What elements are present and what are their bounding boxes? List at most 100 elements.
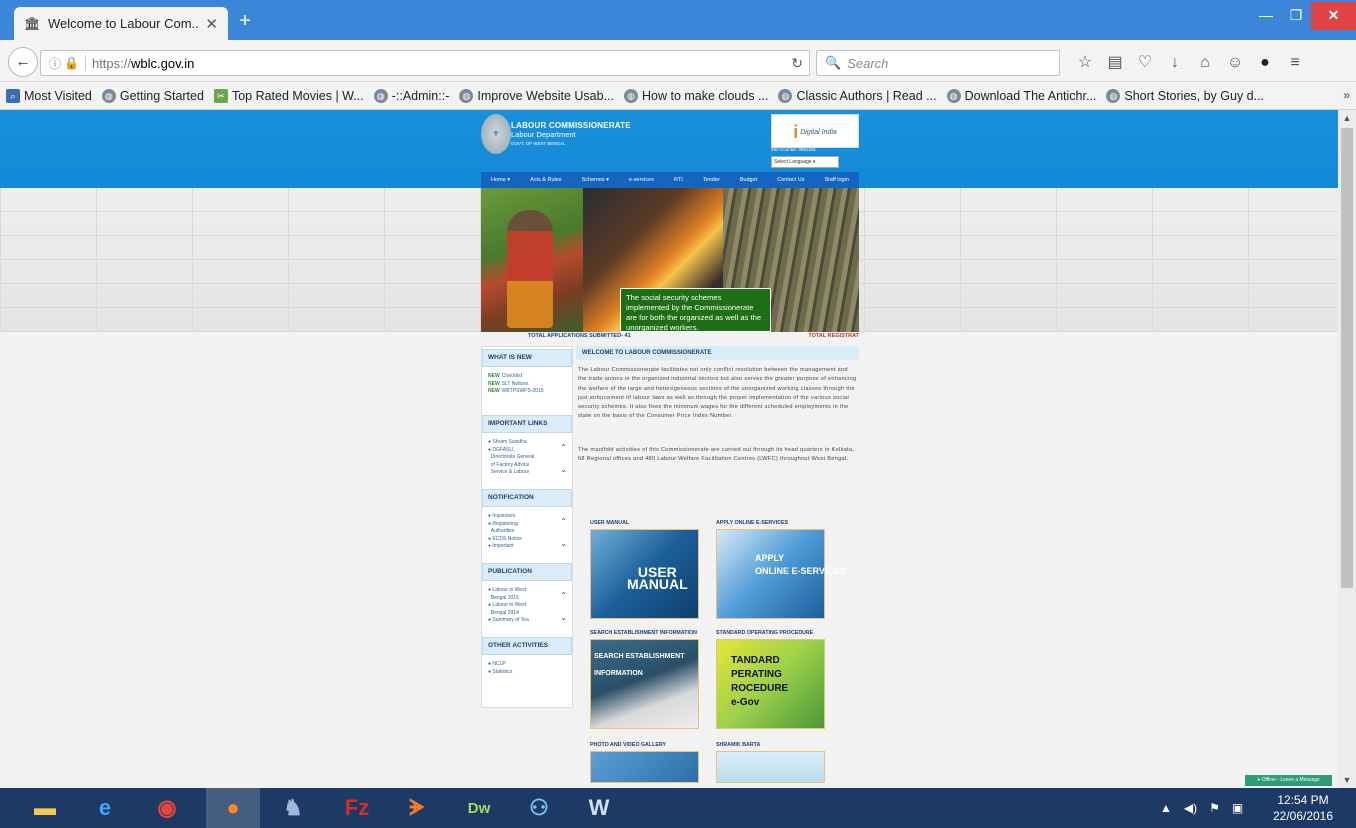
pocket-icon[interactable]: ♡ [1130,49,1160,77]
network-app-icon[interactable]: ⚇ [512,788,566,828]
list-item[interactable]: ● ECDS Notice [488,536,566,544]
chevron-up-icon[interactable]: ⌃ [560,591,567,600]
bookmark-most-visited[interactable]: ⌕ Most Visited [6,88,92,103]
list-item[interactable]: NEW Checklist [488,373,566,381]
tile-shramik-barta[interactable]: SHRAMIK BARTA [716,742,828,783]
tile-search-establishment[interactable]: SEARCH ESTABLISHMENT INFORMATION [590,630,702,729]
bookmark-top-rated-movies[interactable]: ✂ Top Rated Movies | W... [213,88,364,103]
menu-tender[interactable]: Tender [703,177,720,183]
download-icon[interactable]: ↓ [1160,49,1190,77]
bookmark-download-antichrist[interactable]: ◍ Download The Antichr... [946,88,1096,103]
tile-apply-online[interactable]: APPLY ONLINE E-SERVICES [716,520,846,619]
maximize-button[interactable]: ❐ [1281,2,1311,30]
filezilla-icon[interactable]: Fz [330,788,384,828]
live-chat-button[interactable]: ● Offline - Leave a Message [1245,775,1332,786]
scroll-arrows[interactable]: ⌃ ⌄ [560,585,567,629]
volume-icon[interactable]: ◀) [1184,801,1197,815]
apply-online-image[interactable] [716,529,846,619]
user-manual-image[interactable] [590,529,699,619]
scroll-arrows[interactable]: ⌃ ⌄ [560,511,567,555]
bookmark-star-icon[interactable]: ☆ [1070,49,1100,77]
site-brand[interactable]: LABOUR COMMISSIONERATE Labour Department… [511,121,631,147]
chevron-down-icon[interactable]: ⌄ [560,539,567,548]
digital-india-logo[interactable]: i Digital India [771,114,859,148]
list-item[interactable]: ● Labour in West [488,602,566,610]
postgres-icon[interactable]: ♞ [266,788,320,828]
word-icon[interactable]: W [572,788,626,828]
xampp-icon[interactable]: ᗘ [390,788,444,828]
list-item[interactable]: Directorate General [488,454,566,462]
menu-budget[interactable]: Budget [740,177,757,183]
more-bookmarks-button[interactable]: » [1343,88,1350,102]
menu-rti[interactable]: RTI [674,177,683,183]
list-item[interactable]: NEW WBTPSWPS-2015 [488,388,566,396]
back-button[interactable]: ← [8,47,38,77]
menu-staff-login[interactable]: Staff login [825,177,849,183]
show-hidden-icons-icon[interactable]: ▲ [1160,801,1172,815]
browser-tab[interactable]: 🏛 Welcome to Labour Com... ✕ [14,7,228,40]
close-window-button[interactable]: ✕ [1311,2,1356,30]
extension-icon[interactable]: ● [1250,49,1280,77]
search-establishment-image[interactable] [590,639,699,729]
list-item[interactable]: ● NCLP [488,661,566,669]
list-item[interactable]: Bengal 2014 [488,610,566,618]
list-item[interactable]: ● DGFASLI, [488,447,566,455]
scrollbar-thumb[interactable] [1341,128,1353,588]
menu-contact-us[interactable]: Contact Us [777,177,804,183]
sop-image[interactable] [716,639,825,729]
minimize-button[interactable]: — [1251,2,1281,30]
list-item[interactable]: ● Inspectors [488,513,566,521]
home-icon[interactable]: ⌂ [1190,49,1220,77]
chevron-down-icon[interactable]: ⌄ [560,613,567,622]
chrome-icon[interactable]: ◉ [140,788,194,828]
new-tab-button[interactable]: + [232,10,258,33]
chevron-up-icon[interactable]: ⌃ [560,517,567,526]
menu-acts-rules[interactable]: Acts & Rules [530,177,561,183]
chat-icon[interactable]: ☺ [1220,49,1250,77]
list-item[interactable]: ● Registering [488,521,566,529]
photo-gallery-image[interactable] [590,751,699,783]
dreamweaver-icon[interactable]: Dw [452,788,506,828]
bookmark-improve-website[interactable]: ◍ Improve Website Usab... [459,88,614,103]
chevron-down-icon[interactable]: ⌄ [560,465,567,474]
url-bar[interactable]: ⓘ 🔒 https://wblc.gov.in ↻ [40,50,810,76]
list-item[interactable]: of Factory Advice [488,462,566,470]
tile-photo-video-gallery[interactable]: PHOTO AND VIDEO GALLERY [590,742,702,783]
bookmark-getting-started[interactable]: ◍ Getting Started [101,88,204,103]
flag-icon[interactable]: ⚑ [1209,801,1220,815]
menu-icon[interactable]: ≡ [1280,49,1310,77]
list-item[interactable]: ● Labour in West [488,587,566,595]
menu-home[interactable]: Home ▾ [491,177,510,183]
shramik-barta-image[interactable] [716,751,825,783]
search-input[interactable]: 🔍 Search [816,50,1060,76]
list-item[interactable]: ● Shram Suvidha [488,439,566,447]
language-select[interactable]: Select Language ▾ [771,156,839,168]
firefox-icon[interactable]: ● [206,788,260,828]
list-item[interactable]: NEW SLT Notices [488,381,566,389]
info-icon[interactable]: ⓘ [49,55,61,72]
internet-explorer-icon[interactable]: e [78,788,132,828]
reload-icon[interactable]: ↻ [791,55,803,72]
chevron-up-icon[interactable]: ⌃ [560,443,567,452]
menu-schemes[interactable]: Schemes ▾ [582,177,609,183]
file-explorer-icon[interactable]: ▬ [18,788,72,828]
bookmark-admin[interactable]: ◍ -::Admin::- [373,88,449,103]
bookmark-make-clouds[interactable]: ◍ How to make clouds ... [624,88,768,103]
list-item[interactable]: ● Summary of Tea [488,617,566,625]
scroll-down-icon[interactable]: ▼ [1338,772,1356,788]
list-item[interactable]: Bengal 2015 [488,595,566,603]
tile-user-manual[interactable]: USER MANUAL [590,520,702,619]
list-item[interactable]: ● Important [488,543,566,551]
tile-standard-operating-procedure[interactable]: STANDARD OPERATING PROCEDURE [716,630,828,729]
menu-e-services[interactable]: e-services [629,177,654,183]
list-item[interactable]: Authorities [488,528,566,536]
scroll-up-icon[interactable]: ▲ [1338,110,1356,126]
list-item[interactable]: ● Statistics [488,669,566,677]
close-tab-icon[interactable]: ✕ [205,15,218,33]
network-icon[interactable]: ▣ [1232,801,1243,815]
page-scrollbar[interactable]: ▲ ▼ [1338,110,1356,788]
reading-list-icon[interactable]: ▤ [1100,49,1130,77]
list-item[interactable]: Service & Labour [488,469,566,477]
system-clock[interactable]: 12:54 PM 22/06/2016 [1262,792,1344,824]
scroll-arrows[interactable]: ⌃ ⌄ [560,437,567,481]
